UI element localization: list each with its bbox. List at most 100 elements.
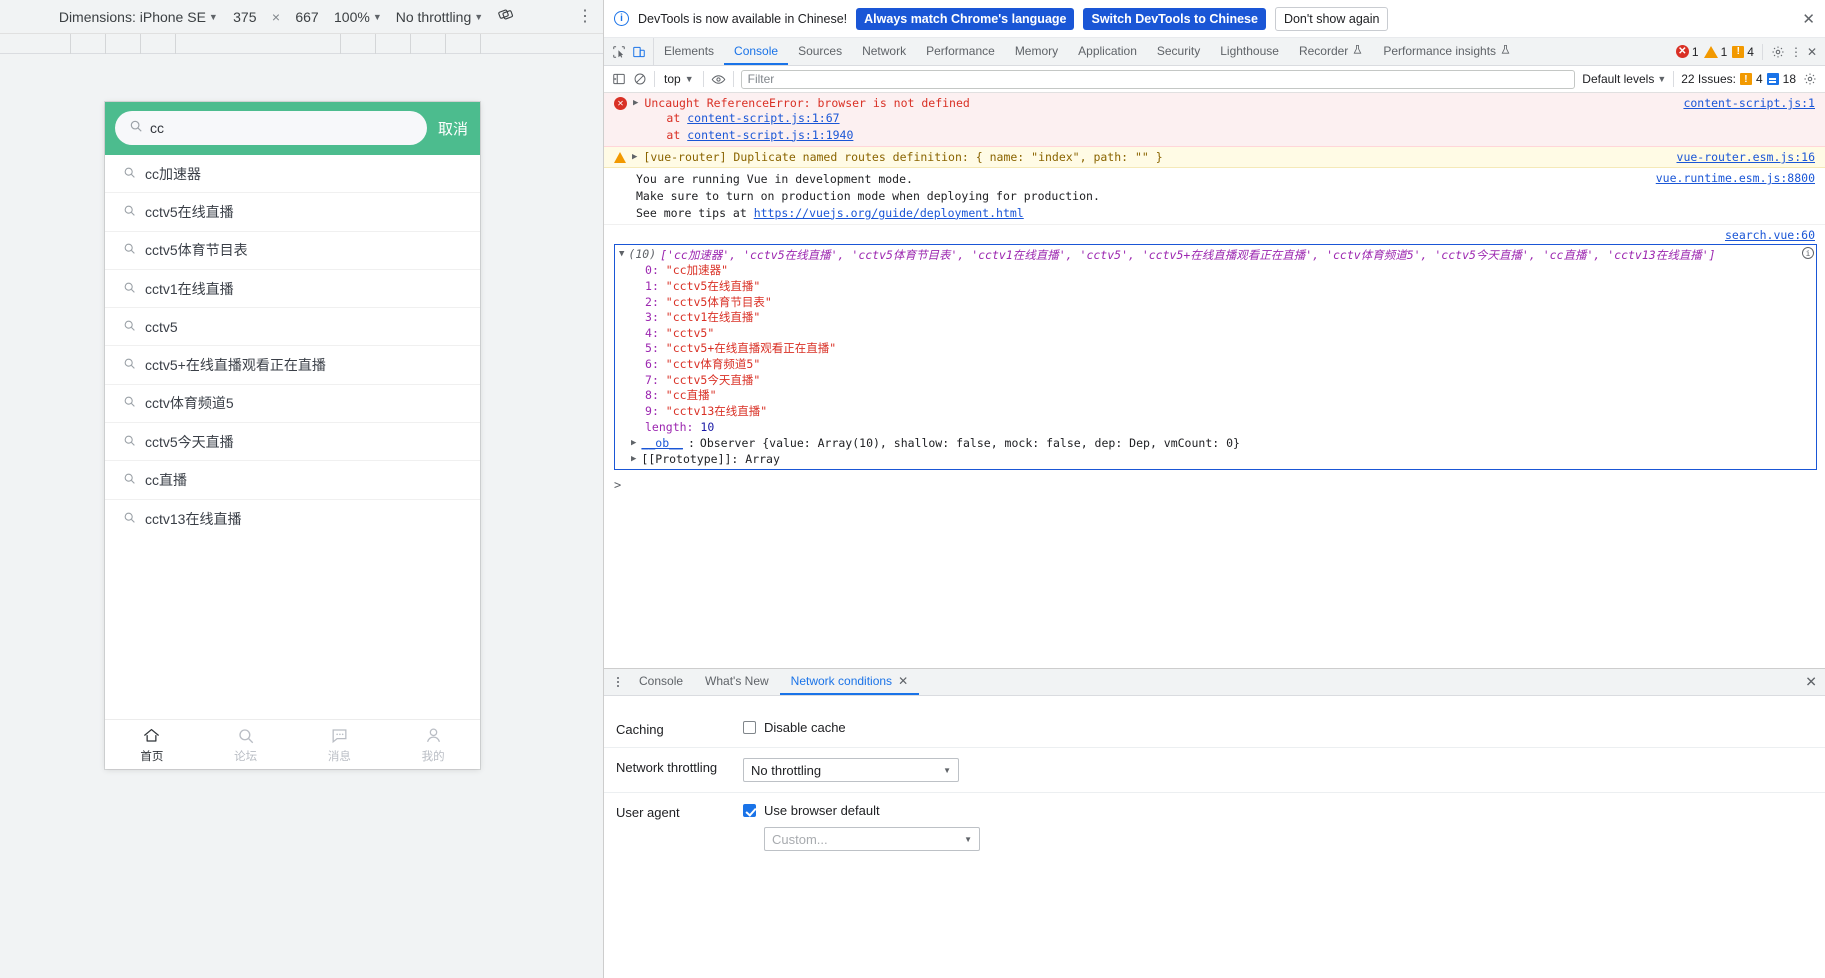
stack-link[interactable]: content-script.js:1:1940 — [687, 128, 853, 142]
list-item-label: cctv13在线直播 — [145, 510, 242, 527]
console-source-link[interactable]: search.vue:60 — [1725, 228, 1815, 242]
console-log-levels-selector[interactable]: Default levels ▼ — [1582, 72, 1666, 86]
rotate-icon[interactable] — [497, 6, 514, 28]
list-item[interactable]: cctv5在线直播 — [105, 193, 480, 232]
list-item[interactable]: cctv5 — [105, 308, 480, 347]
gear-icon[interactable] — [1803, 72, 1817, 86]
tab-network[interactable]: Network — [852, 38, 916, 65]
gear-icon[interactable] — [1771, 45, 1785, 59]
observer-row[interactable]: ▶ __ob__: Observer {value: Array(10), sh… — [619, 435, 1812, 451]
array-entry-index: 4 — [645, 325, 652, 340]
tab-recorder[interactable]: Recorder — [1289, 38, 1373, 65]
error-count[interactable]: ✕ 1 — [1675, 45, 1699, 59]
app-root: Dimensions: iPhone SE ▼ 375 × 667 100% ▼… — [0, 0, 1825, 978]
tab-profile[interactable]: 我的 — [386, 720, 480, 769]
tab-home[interactable]: 首页 — [105, 720, 199, 769]
array-entry: 2: "cctv5体育节目表" — [645, 294, 772, 309]
kebab-menu-icon[interactable] — [608, 669, 628, 695]
drawer-tab-network-conditions[interactable]: Network conditions ✕ — [779, 669, 920, 695]
console-source-link[interactable]: content-script.js:1 — [1683, 96, 1815, 110]
search-icon — [123, 395, 136, 411]
search-icon — [129, 119, 143, 138]
warning-count[interactable]: 1 — [1703, 44, 1728, 59]
tab-application[interactable]: Application — [1068, 38, 1147, 65]
network-throttling-select[interactable]: No throttling ▼ — [743, 758, 959, 782]
warning-count-value: 1 — [1720, 44, 1728, 59]
kebab-menu-icon[interactable]: ⋮ — [1790, 45, 1802, 59]
expand-arrow-icon[interactable]: ▶ — [631, 453, 636, 467]
device-height-input[interactable]: 667 — [294, 9, 320, 25]
console-filter-input[interactable] — [740, 69, 1576, 89]
kebab-menu-icon[interactable]: ⋮ — [577, 8, 593, 24]
live-expression-icon[interactable] — [711, 72, 726, 87]
drawer-close-icon[interactable]: ✕ — [1805, 674, 1817, 691]
tab-memory[interactable]: Memory — [1005, 38, 1068, 65]
close-icon[interactable]: ✕ — [898, 674, 908, 688]
dimension-times-symbol: × — [271, 8, 281, 25]
custom-user-agent-select[interactable]: Custom... ▼ — [764, 827, 980, 851]
stack-link[interactable]: content-script.js:1:67 — [687, 111, 839, 125]
device-width-input[interactable]: 375 — [232, 9, 258, 25]
array-entry-index: 1 — [645, 278, 652, 293]
array-entry-value: "cc加速器" — [665, 263, 728, 278]
array-entry-value: "cctv5" — [665, 325, 715, 340]
expand-arrow-icon[interactable]: ▶ — [632, 152, 637, 164]
tab-messages[interactable]: 消息 — [293, 720, 387, 769]
issues-summary[interactable]: 22 Issues: ! 4 18 — [1681, 72, 1796, 86]
device-toolbar-icon[interactable] — [632, 45, 646, 59]
collapse-arrow-icon[interactable]: ▼ — [619, 249, 624, 263]
always-match-language-button[interactable]: Always match Chrome's language — [856, 7, 1075, 30]
tab-elements[interactable]: Elements — [654, 38, 724, 65]
device-dimensions-selector[interactable]: Dimensions: iPhone SE ▼ — [59, 9, 218, 25]
tab-performance[interactable]: Performance — [916, 38, 1005, 65]
drawer-tab-whats-new[interactable]: What's New — [694, 669, 780, 695]
tab-console[interactable]: Console — [724, 38, 789, 65]
tab-performance-insights[interactable]: Performance insights — [1373, 38, 1521, 65]
console-source-link[interactable]: vue.runtime.esm.js:8800 — [1656, 171, 1815, 185]
tab-lighthouse[interactable]: Lighthouse — [1210, 38, 1289, 65]
throttling-selector[interactable]: No throttling ▼ — [396, 9, 483, 25]
tab-forum[interactable]: 论坛 — [199, 720, 293, 769]
prototype-row[interactable]: ▶ [[Prototype]]: Array — [619, 451, 1812, 467]
list-item[interactable]: cctv5今天直播 — [105, 423, 480, 462]
warning-icon — [1703, 45, 1718, 58]
tab-security[interactable]: Security — [1147, 38, 1210, 65]
info-icon[interactable]: i — [1802, 247, 1814, 260]
close-icon[interactable]: ✕ — [1807, 45, 1817, 59]
list-item[interactable]: cc直播 — [105, 461, 480, 500]
list-item[interactable]: cctv体育频道5 — [105, 385, 480, 424]
list-item[interactable]: cctv5+在线直播观看正在直播 — [105, 346, 480, 385]
console-prompt[interactable]: > — [604, 474, 1825, 496]
array-entry: 5: "cctv5+在线直播观看正在直播" — [645, 341, 837, 356]
inspect-element-icon[interactable] — [612, 45, 626, 59]
deployment-guide-link[interactable]: https://vuejs.org/guide/deployment.html — [754, 206, 1024, 220]
expand-arrow-icon[interactable]: ▶ — [633, 98, 638, 143]
dont-show-again-button[interactable]: Don't show again — [1274, 6, 1389, 31]
disable-cache-checkbox[interactable]: Disable cache — [743, 720, 1811, 735]
close-icon[interactable]: ✕ — [1802, 10, 1815, 28]
search-icon — [123, 242, 136, 258]
tab-sources[interactable]: Sources — [788, 38, 852, 65]
expand-arrow-icon[interactable]: ▶ — [631, 437, 636, 451]
tab-label: Application — [1078, 43, 1137, 58]
array-preview-row[interactable]: ▼ (10) ['cc加速器', 'cctv5在线直播', 'cctv5体育节目… — [619, 247, 1812, 263]
search-input[interactable]: cc — [115, 111, 427, 145]
search-cancel-button[interactable]: 取消 — [436, 118, 470, 139]
list-item[interactable]: cctv5体育节目表 — [105, 232, 480, 270]
switch-to-chinese-button[interactable]: Switch DevTools to Chinese — [1083, 7, 1266, 30]
list-item[interactable]: cctv1在线直播 — [105, 270, 480, 309]
drawer-tab-console[interactable]: Console — [628, 669, 694, 695]
device-viewport-area: cc 取消 cc加速器 cctv5在线直播 cctv5体育节目表 cctv1在线… — [0, 54, 603, 978]
list-item[interactable]: cctv13在线直播 — [105, 500, 480, 538]
execution-context-selector[interactable]: top ▼ — [662, 72, 696, 86]
use-browser-default-checkbox[interactable]: Use browser default — [743, 803, 1811, 818]
zoom-selector[interactable]: 100% ▼ — [334, 9, 382, 25]
console-sidebar-icon[interactable] — [612, 72, 626, 86]
use-browser-default-label: Use browser default — [764, 803, 880, 818]
console-source-link[interactable]: vue-router.esm.js:16 — [1677, 150, 1815, 164]
array-entry-index: 8 — [645, 388, 652, 403]
list-item[interactable]: cc加速器 — [105, 155, 480, 194]
issue-count[interactable]: ! 4 — [1732, 45, 1754, 59]
clear-console-icon[interactable] — [633, 72, 647, 86]
list-item-label: cctv体育频道5 — [145, 395, 234, 412]
